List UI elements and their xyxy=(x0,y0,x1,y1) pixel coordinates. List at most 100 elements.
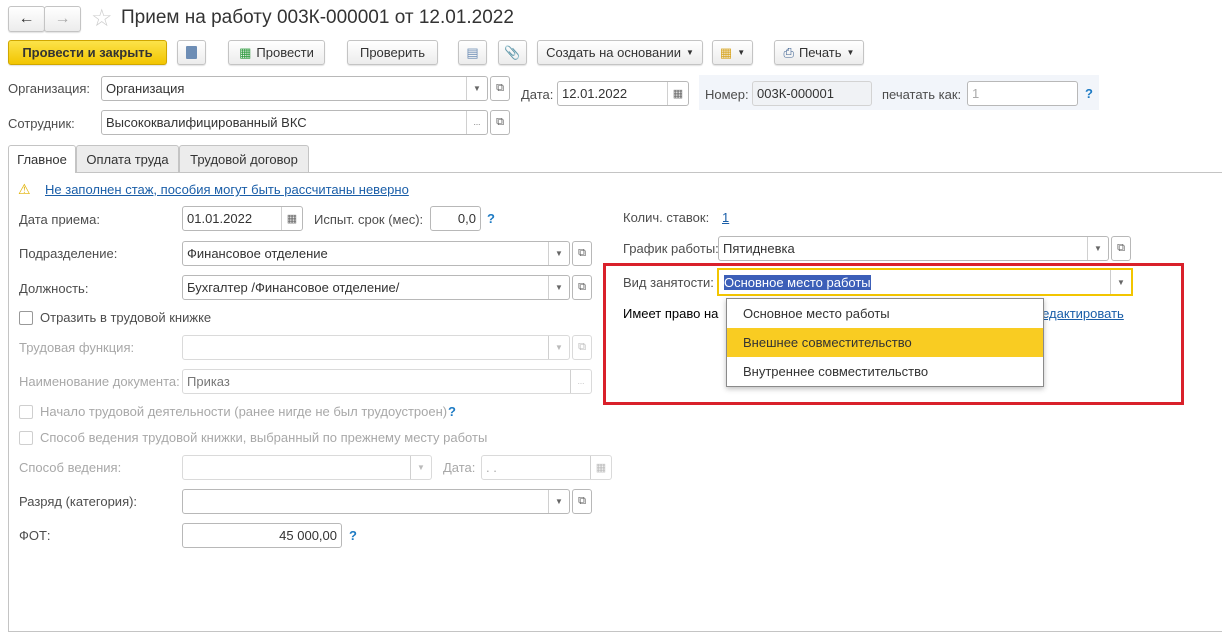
position-label: Должность: xyxy=(19,281,89,296)
help-icon[interactable]: ? xyxy=(448,404,456,419)
warning-icon: ⚠ xyxy=(18,181,31,197)
org-input[interactable]: Организация ▼ xyxy=(101,76,488,101)
open-icon[interactable]: ⧉ xyxy=(490,76,510,101)
chevron-down-icon[interactable]: ▼ xyxy=(548,490,569,513)
chevron-down-icon[interactable]: ▼ xyxy=(466,77,487,100)
chevron-down-icon: ▼ xyxy=(685,48,694,57)
method-label: Способ ведения: xyxy=(19,460,122,475)
position-input[interactable]: Бухгалтер /Финансовое отделение/▼ xyxy=(182,275,570,300)
method-date-input[interactable]: . . ▦ xyxy=(481,455,612,480)
chevron-down-icon: ▼ xyxy=(846,48,855,57)
forward-button[interactable]: → xyxy=(44,6,81,32)
chevron-down-icon: ▼ xyxy=(737,48,746,57)
employment-label: Вид занятости: xyxy=(623,275,714,290)
help-icon[interactable]: ? xyxy=(487,211,495,226)
rank-input[interactable]: ▼ xyxy=(182,489,570,514)
date-label: Дата: xyxy=(521,87,554,102)
back-button[interactable]: ← xyxy=(8,6,45,32)
star-icon[interactable]: ☆ xyxy=(91,4,113,33)
doc-clock-icon: ▦ xyxy=(719,44,733,60)
arrow-left-icon: ← xyxy=(18,10,35,27)
hire-date-input[interactable]: 01.01.2022 ▦ xyxy=(182,206,303,231)
calendar-icon[interactable]: ▦ xyxy=(590,456,611,479)
calendar-icon[interactable]: ▦ xyxy=(281,207,302,230)
reflect-checkbox[interactable] xyxy=(19,311,33,325)
book-method-prev-label: Способ ведения трудовой книжки, выбранны… xyxy=(40,430,488,445)
doc-name-input[interactable]: Приказ... xyxy=(182,369,592,394)
help-icon[interactable]: ? xyxy=(1085,86,1093,101)
open-icon[interactable]: ⧉ xyxy=(572,335,592,360)
print-as-label: печатать как: xyxy=(882,87,962,102)
post-doc-icon: ▦ xyxy=(239,44,252,60)
chevron-down-icon[interactable]: ▼ xyxy=(410,456,431,479)
tab-contract[interactable]: Трудовой договор xyxy=(179,145,309,173)
rates-link[interactable]: 1 xyxy=(722,210,729,225)
chevron-down-icon[interactable]: ▼ xyxy=(548,276,569,299)
list-button[interactable]: ▤ xyxy=(458,40,487,65)
chevron-down-icon[interactable]: ▼ xyxy=(1110,270,1131,294)
dropdown-option[interactable]: Основное место работы xyxy=(727,299,1043,328)
ellipsis-icon[interactable]: ... xyxy=(570,370,591,393)
probation-label: Испыт. срок (мес): xyxy=(314,212,424,227)
schedule-label: График работы: xyxy=(623,241,719,256)
save-button[interactable] xyxy=(177,40,206,65)
fot-label: ФОТ: xyxy=(19,528,51,543)
post-and-close-button[interactable]: Провести и закрыть xyxy=(8,40,167,65)
paperclip-icon: 📎 xyxy=(504,44,521,60)
print-as-input[interactable]: 1 xyxy=(967,81,1078,106)
labor-func-input[interactable]: ▼ xyxy=(182,335,570,360)
org-label: Организация: xyxy=(8,81,91,96)
floppy-icon xyxy=(186,46,197,59)
method-input[interactable]: ▼ xyxy=(182,455,432,480)
open-icon[interactable]: ⧉ xyxy=(490,110,510,135)
open-icon[interactable]: ⧉ xyxy=(572,241,592,266)
ellipsis-icon[interactable]: ... xyxy=(466,111,487,134)
warning-link[interactable]: Не заполнен стаж, пособия могут быть рас… xyxy=(45,182,409,197)
tab-main[interactable]: Главное xyxy=(8,145,76,173)
number-label: Номер: xyxy=(705,87,749,102)
schedule-input[interactable]: Пятидневка ▼ xyxy=(718,236,1109,261)
hire-date-label: Дата приема: xyxy=(19,212,100,227)
employee-label: Сотрудник: xyxy=(8,116,75,131)
chevron-down-icon[interactable]: ▼ xyxy=(548,336,569,359)
date-input[interactable]: 12.01.2022 ▦ xyxy=(557,81,689,106)
dept-label: Подразделение: xyxy=(19,246,118,261)
employee-input[interactable]: Высококвалифицированный ВКС... xyxy=(101,110,488,135)
attach-button[interactable]: 📎 xyxy=(498,40,527,65)
rates-label: Колич. ставок: xyxy=(623,210,710,225)
open-icon[interactable]: ⧉ xyxy=(572,275,592,300)
edit-link[interactable]: Редактировать xyxy=(1034,306,1124,321)
list-icon: ▤ xyxy=(466,44,479,60)
rank-label: Разряд (категория): xyxy=(19,494,138,509)
create-based-button[interactable]: Создать на основании ▼ xyxy=(537,40,703,65)
first-job-label: Начало трудовой деятельности (ранее нигд… xyxy=(40,404,448,419)
printer-icon: ⎙ xyxy=(783,44,794,60)
dropdown-option-highlighted[interactable]: Внешнее совместительство xyxy=(727,328,1043,357)
employment-input[interactable]: Основное место работы ▼ xyxy=(717,268,1133,296)
calendar-icon[interactable]: ▦ xyxy=(667,82,688,105)
fot-input[interactable]: 45 000,00 xyxy=(182,523,342,548)
number-input[interactable]: 003К-000001 xyxy=(752,81,872,106)
labor-func-label: Трудовая функция: xyxy=(19,340,135,355)
method-date-label: Дата: xyxy=(443,460,476,475)
entitled-label: Имеет право на xyxy=(623,306,719,321)
print-button[interactable]: ⎙ Печать ▼ xyxy=(774,40,864,65)
dept-input[interactable]: Финансовое отделение ▼ xyxy=(182,241,570,266)
first-job-checkbox[interactable] xyxy=(19,405,33,419)
check-button[interactable]: Проверить xyxy=(347,40,438,65)
open-icon[interactable]: ⧉ xyxy=(1111,236,1131,261)
chevron-down-icon[interactable]: ▼ xyxy=(548,242,569,265)
doc-name-label: Наименование документа: xyxy=(19,374,180,389)
help-icon[interactable]: ? xyxy=(349,528,357,543)
arrow-right-icon: → xyxy=(54,10,71,27)
open-icon[interactable]: ⧉ xyxy=(572,489,592,514)
page-title: Прием на работу 003К-000001 от 12.01.202… xyxy=(121,7,514,28)
tab-payment[interactable]: Оплата труда xyxy=(76,145,179,173)
probation-input[interactable]: 0,0 xyxy=(430,206,481,231)
reflect-label: Отразить в трудовой книжке xyxy=(40,310,212,325)
related-docs-button[interactable]: ▦ ▼ xyxy=(712,40,753,65)
post-button[interactable]: ▦ Провести xyxy=(228,40,325,65)
book-method-prev-checkbox[interactable] xyxy=(19,431,33,445)
dropdown-option[interactable]: Внутреннее совместительство xyxy=(727,357,1043,386)
chevron-down-icon[interactable]: ▼ xyxy=(1087,237,1108,260)
